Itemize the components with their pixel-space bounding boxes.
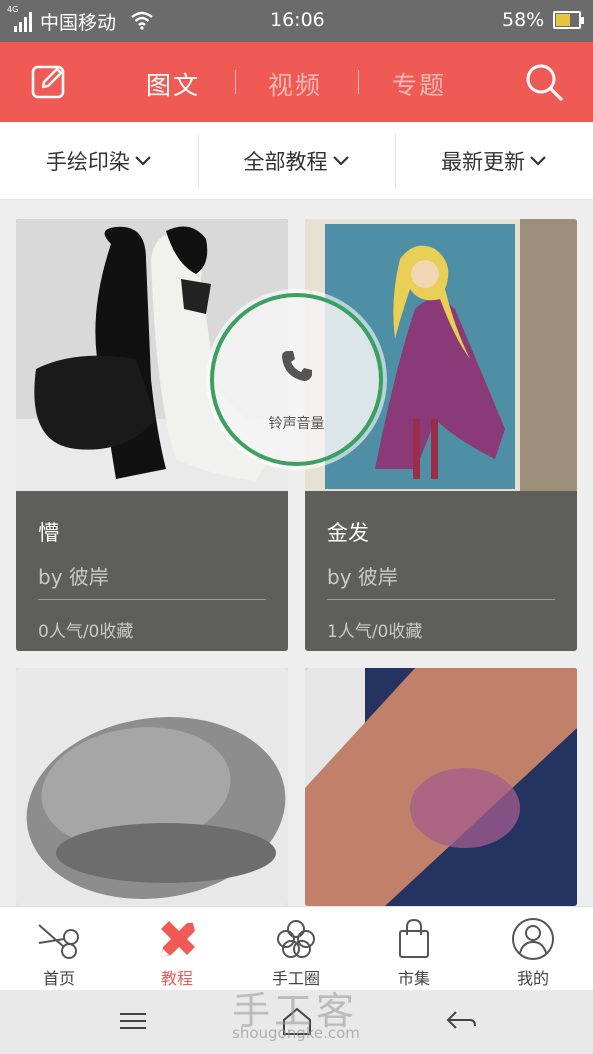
- tab-divider: [235, 70, 236, 94]
- tab-video[interactable]: 视频: [268, 66, 322, 102]
- filter-label: 手绘印染: [45, 149, 130, 174]
- tab-label: 首页: [42, 969, 75, 988]
- menu-icon[interactable]: [116, 1006, 150, 1036]
- top-header: 图文 视频 专题: [0, 42, 593, 122]
- scissors-icon: [38, 924, 79, 959]
- tab-circle[interactable]: 手工圈: [237, 907, 355, 991]
- edit-icon[interactable]: [30, 62, 68, 100]
- filter-label: 最新更新: [441, 149, 526, 174]
- card-thumbnail: [305, 668, 577, 906]
- tutorial-card[interactable]: [16, 668, 288, 906]
- tutorial-card[interactable]: [305, 668, 577, 906]
- profile-icon: [512, 918, 554, 960]
- chevron-down-icon: [332, 155, 349, 166]
- carrier-name: 中国移动: [40, 12, 117, 34]
- pencil-ruler-icon: [161, 921, 195, 957]
- volume-label: 铃声音量: [268, 416, 325, 432]
- bottom-tab-bar: 首页 教程 手工圈 市集 我的: [0, 906, 593, 990]
- back-icon[interactable]: [444, 1006, 478, 1036]
- battery-percent: 58%: [502, 9, 545, 31]
- filter-label: 全部教程: [243, 149, 328, 174]
- tab-graphic[interactable]: 图文: [146, 66, 200, 102]
- tab-home[interactable]: 首页: [0, 907, 118, 991]
- card-author: by 彼岸: [38, 565, 109, 589]
- tab-divider: [358, 70, 359, 94]
- filter-tutorials[interactable]: 全部教程: [197, 122, 396, 199]
- flower-icon: [277, 920, 315, 958]
- chevron-down-icon: [530, 155, 546, 166]
- status-bar: 4G 中国移动 16:06 58%: [0, 0, 593, 42]
- tab-label: 我的: [516, 969, 549, 988]
- shopping-bag-icon: [399, 918, 429, 958]
- battery-icon: [553, 11, 584, 29]
- card-title: 金发: [327, 521, 369, 545]
- filter-sort[interactable]: 最新更新: [395, 122, 593, 199]
- watermark-url: shougongke.com: [232, 1024, 360, 1042]
- signal-icon: [14, 10, 32, 32]
- card-stats: 1人气/0收藏: [327, 622, 423, 642]
- tab-profile[interactable]: 我的: [474, 907, 592, 991]
- tab-tutorials[interactable]: 教程: [118, 907, 236, 991]
- volume-overlay: 铃声音量: [210, 293, 383, 466]
- card-title: 懵: [38, 521, 59, 545]
- tab-market[interactable]: 市集: [355, 907, 473, 991]
- divider: [327, 599, 555, 600]
- wifi-icon: [131, 11, 153, 30]
- card-thumbnail: [16, 668, 288, 906]
- filter-bar: 手绘印染 全部教程 最新更新: [0, 122, 593, 200]
- card-author: by 彼岸: [327, 565, 398, 589]
- card-stats: 0人气/0收藏: [38, 622, 134, 642]
- filter-category[interactable]: 手绘印染: [0, 122, 198, 199]
- tab-label: 市集: [397, 969, 430, 988]
- tab-topic[interactable]: 专题: [392, 66, 446, 102]
- chevron-down-icon: [135, 155, 151, 166]
- clock: 16:06: [270, 9, 325, 31]
- divider: [38, 599, 266, 600]
- tab-label: 教程: [160, 969, 193, 988]
- phone-icon: [282, 351, 312, 381]
- search-icon[interactable]: [524, 62, 564, 102]
